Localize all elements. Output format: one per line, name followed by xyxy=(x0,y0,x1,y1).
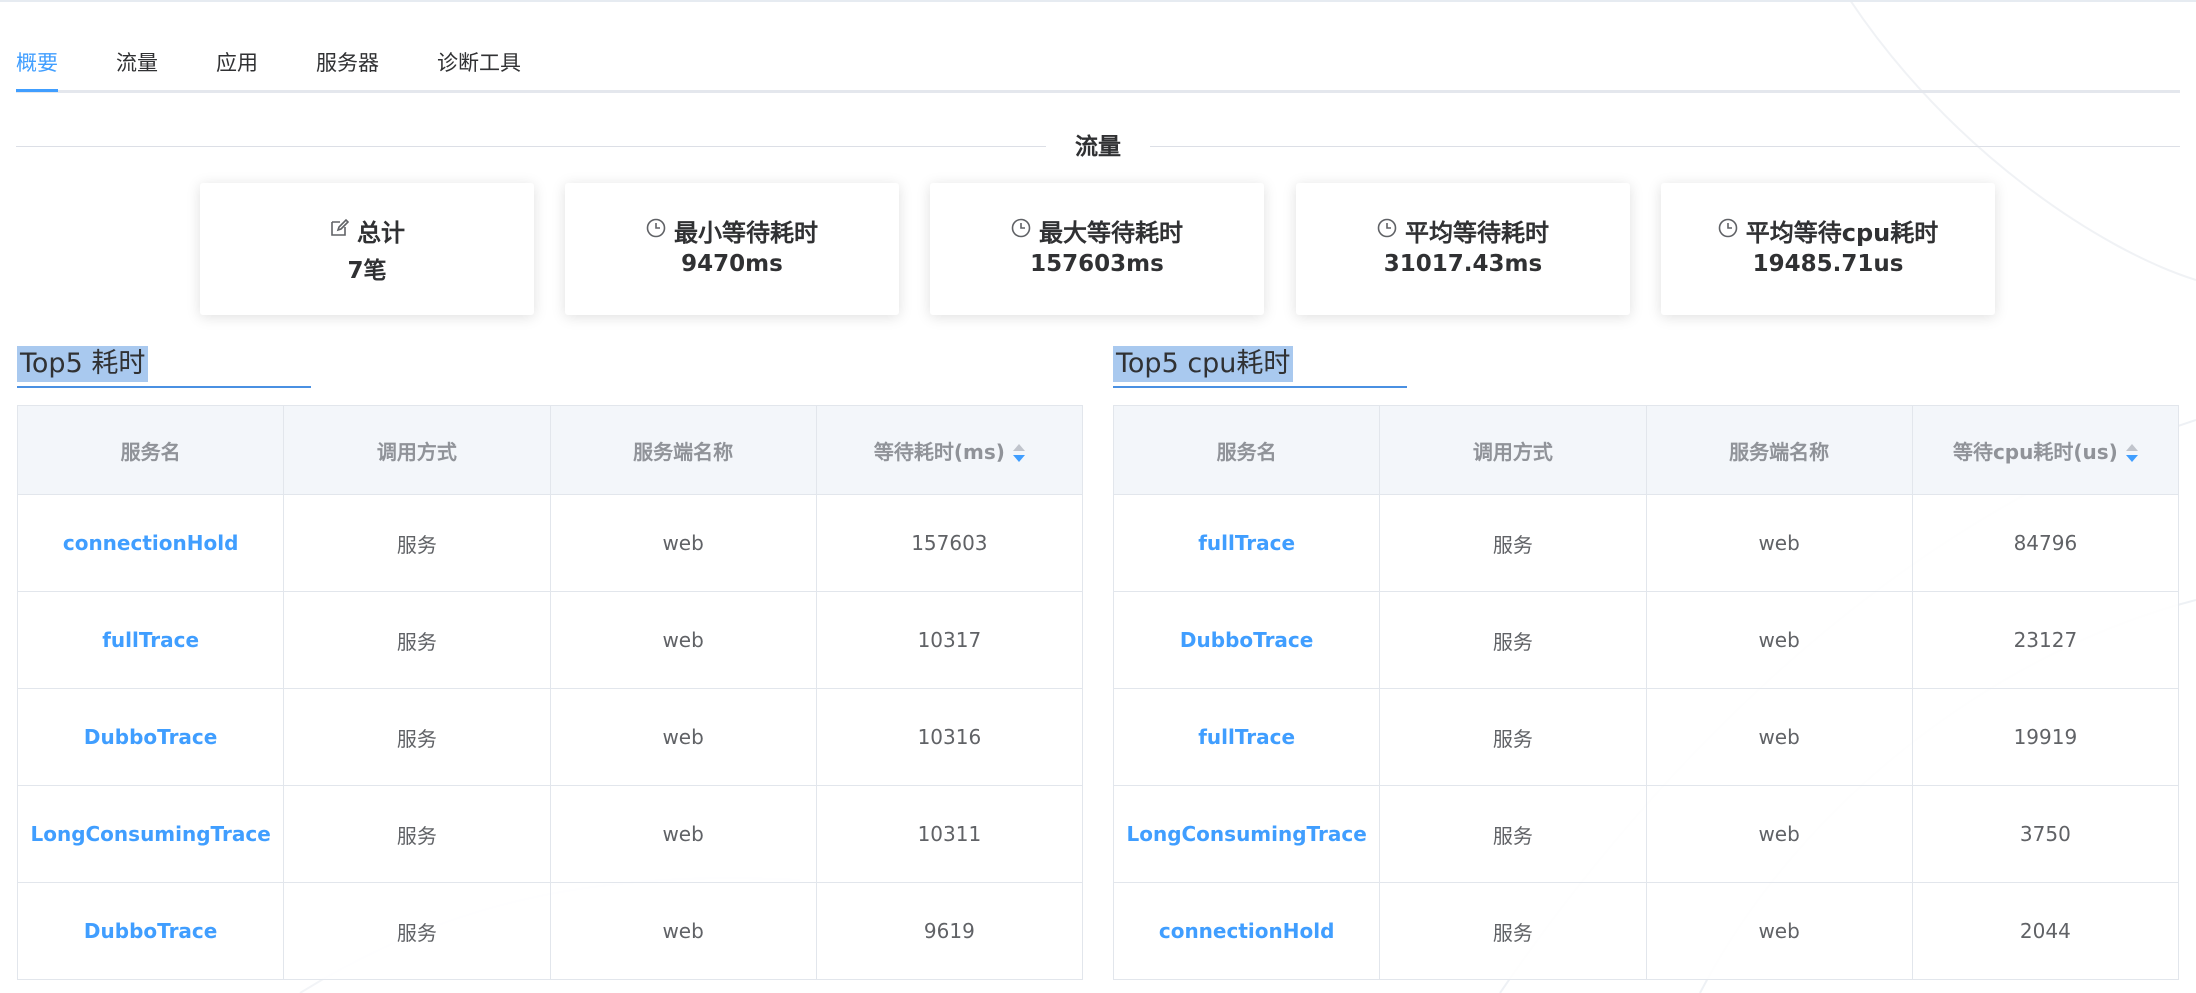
top5-cpu-title: Top5 cpu耗时 xyxy=(1113,346,1407,388)
server-name-cell: web xyxy=(549,494,817,592)
wait-time-cell: 10317 xyxy=(815,591,1084,689)
clock-icon xyxy=(1377,216,1397,244)
stat-value: 31017.43ms xyxy=(1383,251,1543,277)
service-link[interactable]: fullTrace xyxy=(1112,494,1381,592)
divider-title: 流量 xyxy=(1046,128,1150,166)
service-link[interactable]: fullTrace xyxy=(1112,688,1381,786)
cpu-wait-time-cell: 19919 xyxy=(1911,688,2180,786)
wait-time-cell: 10316 xyxy=(815,688,1084,786)
call-type-cell: 服务 xyxy=(283,882,551,980)
top5-time-title: Top5 耗时 xyxy=(17,346,311,388)
server-name-cell: web xyxy=(549,591,817,689)
server-name-cell: web xyxy=(549,785,817,883)
stat-card-avg-wait: 平均等待耗时 31017.43ms xyxy=(1296,183,1630,315)
server-name-cell: web xyxy=(1645,785,1913,883)
service-link[interactable]: DubboTrace xyxy=(1112,591,1381,689)
call-type-cell: 服务 xyxy=(1379,494,1647,592)
clock-icon xyxy=(1718,216,1738,244)
top-border xyxy=(0,0,2196,2)
server-name-cell: web xyxy=(549,688,817,786)
column-header-service: 服务名 xyxy=(1112,405,1381,495)
call-type-cell: 服务 xyxy=(1379,882,1647,980)
column-header-service: 服务名 xyxy=(16,405,285,495)
table-row: LongConsumingTrace 服务 web 3750 xyxy=(1112,785,2180,883)
cpu-wait-time-cell: 23127 xyxy=(1911,591,2180,689)
table-row: DubboTrace 服务 web 9619 xyxy=(16,882,1084,980)
column-header-cpu-wait-time[interactable]: 等待cpu耗时(us) xyxy=(1911,405,2180,495)
column-header-server-name: 服务端名称 xyxy=(549,405,817,495)
top5-time-table: 服务名 调用方式 服务端名称 等待耗时(ms) connectionHold 服… xyxy=(16,405,1084,980)
wait-time-cell: 157603 xyxy=(815,494,1084,592)
stat-label: 最大等待耗时 xyxy=(1039,218,1183,247)
column-header-server-name: 服务端名称 xyxy=(1645,405,1913,495)
wait-time-cell: 10311 xyxy=(815,785,1084,883)
column-header-call-type: 调用方式 xyxy=(283,405,551,495)
edit-icon xyxy=(329,216,350,244)
stat-label: 总计 xyxy=(357,218,405,247)
call-type-cell: 服务 xyxy=(1379,785,1647,883)
column-header-label: 等待cpu耗时(us) xyxy=(1952,439,2118,464)
server-name-cell: web xyxy=(549,882,817,980)
tab-overview[interactable]: 概要 xyxy=(16,46,58,92)
column-header-call-type: 调用方式 xyxy=(1379,405,1647,495)
service-link[interactable]: connectionHold xyxy=(16,494,285,592)
table-row: DubboTrace 服务 web 10316 xyxy=(16,688,1084,786)
overview-page: 概要 流量 应用 服务器 诊断工具 流量 总计 7笔 最小等待耗时 9470ms xyxy=(0,0,2196,993)
call-type-cell: 服务 xyxy=(283,494,551,592)
top5-cpu-table: 服务名 调用方式 服务端名称 等待cpu耗时(us) fullTrace 服务 … xyxy=(1112,405,2180,980)
stat-label: 平均等待耗时 xyxy=(1405,218,1549,247)
call-type-cell: 服务 xyxy=(283,785,551,883)
tab-application[interactable]: 应用 xyxy=(216,46,258,90)
service-link[interactable]: fullTrace xyxy=(16,591,285,689)
table-row: fullTrace 服务 web 19919 xyxy=(1112,688,2180,786)
call-type-cell: 服务 xyxy=(283,591,551,689)
service-link[interactable]: DubboTrace xyxy=(16,688,285,786)
table-header-row: 服务名 调用方式 服务端名称 等待耗时(ms) xyxy=(16,405,1084,495)
tab-server[interactable]: 服务器 xyxy=(316,46,379,90)
cpu-wait-time-cell: 2044 xyxy=(1911,882,2180,980)
tab-bar: 概要 流量 应用 服务器 诊断工具 xyxy=(16,34,2180,93)
call-type-cell: 服务 xyxy=(1379,688,1647,786)
stat-value: 7笔 xyxy=(347,258,387,284)
server-name-cell: web xyxy=(1645,494,1913,592)
clock-icon xyxy=(646,216,666,244)
server-name-cell: web xyxy=(1645,688,1913,786)
stat-value: 157603ms xyxy=(1030,251,1164,277)
column-header-wait-time[interactable]: 等待耗时(ms) xyxy=(815,405,1084,495)
stat-value: 9470ms xyxy=(681,251,783,277)
stat-label: 最小等待耗时 xyxy=(674,218,818,247)
table-row: LongConsumingTrace 服务 web 10311 xyxy=(16,785,1084,883)
table-row: fullTrace 服务 web 84796 xyxy=(1112,494,2180,592)
stat-card-min-wait: 最小等待耗时 9470ms xyxy=(565,183,899,315)
wait-time-cell: 9619 xyxy=(815,882,1084,980)
server-name-cell: web xyxy=(1645,591,1913,689)
table-row: DubboTrace 服务 web 23127 xyxy=(1112,591,2180,689)
tab-diagnostic-tools[interactable]: 诊断工具 xyxy=(437,46,521,90)
cpu-wait-time-cell: 84796 xyxy=(1911,494,2180,592)
stat-card-max-wait: 最大等待耗时 157603ms xyxy=(930,183,1264,315)
column-header-label: 等待耗时(ms) xyxy=(873,439,1005,464)
table-row: fullTrace 服务 web 10317 xyxy=(16,591,1084,689)
section-title-text: Top5 耗时 xyxy=(17,346,149,382)
call-type-cell: 服务 xyxy=(1379,591,1647,689)
section-title-text: Top5 cpu耗时 xyxy=(1113,346,1294,382)
server-name-cell: web xyxy=(1645,882,1913,980)
service-link[interactable]: LongConsumingTrace xyxy=(16,785,285,883)
service-link[interactable]: connectionHold xyxy=(1112,882,1381,980)
call-type-cell: 服务 xyxy=(283,688,551,786)
stat-label: 平均等待cpu耗时 xyxy=(1745,218,1939,247)
stat-card-avg-cpu-wait: 平均等待cpu耗时 19485.71us xyxy=(1661,183,1995,315)
table-header-row: 服务名 调用方式 服务端名称 等待cpu耗时(us) xyxy=(1112,405,2180,495)
tab-traffic[interactable]: 流量 xyxy=(116,46,158,90)
stat-value: 19485.71us xyxy=(1752,251,1904,277)
clock-icon xyxy=(1011,216,1031,244)
cpu-wait-time-cell: 3750 xyxy=(1911,785,2180,883)
table-row: connectionHold 服务 web 2044 xyxy=(1112,882,2180,980)
sort-icon[interactable] xyxy=(1012,443,1025,463)
table-row: connectionHold 服务 web 157603 xyxy=(16,494,1084,592)
service-link[interactable]: DubboTrace xyxy=(16,882,285,980)
sort-icon[interactable] xyxy=(2125,443,2138,463)
stat-card-total: 总计 7笔 xyxy=(200,183,534,315)
service-link[interactable]: LongConsumingTrace xyxy=(1112,785,1381,883)
